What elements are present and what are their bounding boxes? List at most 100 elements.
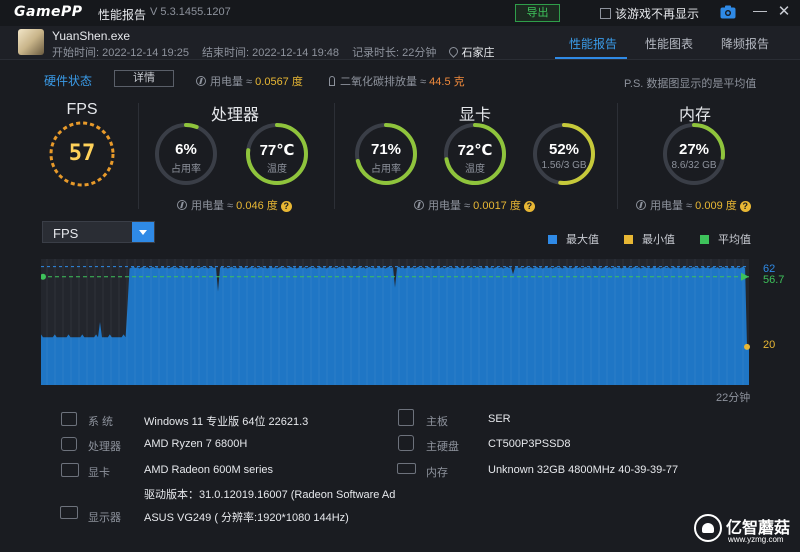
tab-performance-charts[interactable]: 性能图表 [645, 35, 693, 52]
memory-usage-gauge: 27% 8.6/32 GB [661, 121, 727, 187]
title-bar: GamePP 性能报告 V 5.3.1455.1207 导出 该游戏不再显示 —… [0, 0, 800, 26]
game-avatar [18, 29, 44, 55]
board-value: SER [488, 413, 511, 425]
total-power: 用电量 ≈ 0.0567 度 [196, 73, 303, 89]
camera-icon[interactable] [720, 5, 736, 19]
session-meta: 开始时间: 2022-12-14 19:25 结束时间: 2022-12-14 … [52, 44, 504, 60]
cpu-power: 用电量 ≈ 0.046 度? [177, 197, 292, 213]
cpu-temp-gauge: 77℃ 温度 [244, 121, 310, 187]
end-time: 结束时间: 2022-12-14 19:48 [202, 47, 339, 59]
fps-gauge: 57 [47, 119, 117, 189]
legend-swatch [548, 235, 557, 244]
ram-label: 内存 [426, 467, 448, 479]
min-dot [744, 343, 750, 350]
board-label: 主板 [426, 416, 448, 428]
gpu-label: 显卡 [88, 467, 110, 479]
hardware-status-title: 硬件状态 [44, 74, 93, 88]
gpu-power: 用电量 ≈ 0.0017 度? [414, 197, 535, 213]
legend-avg: 平均值 [700, 231, 751, 247]
cpu-usage-value: 6% [175, 141, 197, 158]
legend-swatch [624, 235, 633, 244]
chevron-down-icon[interactable] [132, 222, 154, 242]
process-name: YuanShen.exe [52, 29, 131, 43]
co2-emission: 二氧化碳排放量 ≈ 44.5 克 [329, 73, 465, 89]
disk-icon [398, 435, 414, 451]
app-logo: GamePP [14, 4, 83, 20]
window-title: 性能报告 [98, 8, 147, 22]
tab-throttle-report[interactable]: 降频报告 [721, 35, 769, 52]
power-icon [414, 200, 424, 210]
chart-x-end-label: 22分钟 [716, 392, 751, 404]
cpu-usage-gauge: 6% 占用率 [153, 121, 219, 187]
legend-max: 最大值 [548, 231, 599, 247]
ram-value: Unknown 32GB 4800MHz 40-39-39-77 [488, 464, 679, 476]
gpu-usage-label: 占用率 [371, 164, 401, 175]
fps-value: 57 [68, 141, 96, 166]
active-tab-indicator [555, 57, 627, 59]
divider [138, 103, 139, 209]
display-value: ASUS VG249 ( 分辨率:1920*1080 144Hz) [144, 512, 349, 524]
average-note: P.S. 数据图显示的是平均值 [624, 78, 757, 90]
memory-power: 用电量 ≈ 0.009 度? [636, 197, 751, 213]
location-pin-icon [447, 45, 461, 58]
cpu-label: 处理器 [88, 441, 121, 453]
close-button[interactable]: ✕ [775, 2, 793, 22]
location: 石家庄 [447, 45, 494, 59]
session-header: YuanShen.exe 开始时间: 2022-12-14 19:25 结束时间… [0, 26, 800, 60]
disk-label: 主硬盘 [426, 441, 459, 453]
gpu-temp-value: 72℃ [457, 142, 493, 159]
duration: 记录时长: 22分钟 [352, 47, 437, 59]
fps-chart-svg [41, 259, 750, 385]
cpu-usage-label: 占用率 [171, 164, 201, 175]
tab-performance-report[interactable]: 性能报告 [569, 35, 617, 52]
gpu-vram-value: 52% [548, 141, 580, 158]
dont-show-label: 该游戏不再显示 [615, 7, 700, 21]
watermark-url: www.yzmg.com [728, 535, 784, 544]
watermark: 亿智蘑菇 www.yzmg.com [694, 512, 794, 546]
version-label: V 5.3.1455.1207 [150, 6, 231, 18]
minimize-button[interactable]: — [751, 2, 769, 22]
cpu-value: AMD Ryzen 7 6800H [144, 438, 248, 450]
os-value: Windows 11 专业版 64位 22621.3 [144, 416, 309, 428]
min-label: 20 [763, 339, 776, 351]
legend-min: 最小值 [624, 231, 675, 247]
fps-title: FPS [66, 101, 98, 118]
cpu-temp-value: 77℃ [259, 142, 295, 159]
divider [617, 103, 618, 209]
memory-usage-value: 27% [678, 141, 710, 158]
os-icon [61, 412, 77, 426]
os-label: 系 统 [88, 416, 114, 428]
gpu-vram-gauge: 52% 1.56/3 GB [531, 121, 597, 187]
gpu-temp-label: 温度 [465, 164, 485, 175]
power-icon [177, 200, 187, 210]
memory-usage-label: 8.6/32 GB [671, 160, 717, 171]
avg-label: 56.7 [763, 274, 785, 286]
details-button[interactable]: 详情 [114, 70, 174, 87]
metric-select-value: FPS [53, 226, 79, 241]
divider [334, 103, 335, 209]
gpu-vram-label: 1.56/3 GB [541, 160, 587, 171]
legend-swatch [700, 235, 709, 244]
start-time: 开始时间: 2022-12-14 19:25 [52, 47, 189, 59]
gpu-icon [61, 463, 79, 477]
export-button[interactable]: 导出 [515, 4, 560, 22]
motherboard-icon [398, 409, 414, 426]
power-icon [196, 76, 206, 86]
display-label: 显示器 [88, 512, 121, 524]
cpu-temp-label: 温度 [267, 164, 287, 175]
fps-chart[interactable]: 62 56.7 20 [41, 257, 784, 385]
help-icon[interactable]: ? [739, 201, 751, 212]
power-icon [636, 200, 646, 210]
mushroom-logo-icon [694, 514, 722, 542]
disk-value: CT500P3PSSD8 [488, 438, 571, 450]
cpu-icon [61, 437, 77, 451]
help-icon[interactable]: ? [523, 201, 535, 212]
ram-icon [397, 463, 416, 474]
gpu-usage-value: 71% [370, 141, 402, 158]
dont-show-again-toggle[interactable]: 该游戏不再显示 [600, 5, 699, 22]
monitor-icon [60, 506, 78, 519]
help-icon[interactable]: ? [280, 201, 292, 212]
checkbox-icon[interactable] [600, 8, 611, 19]
metric-select[interactable]: FPS [42, 221, 155, 243]
gpu-usage-gauge: 71% 占用率 [353, 121, 419, 187]
